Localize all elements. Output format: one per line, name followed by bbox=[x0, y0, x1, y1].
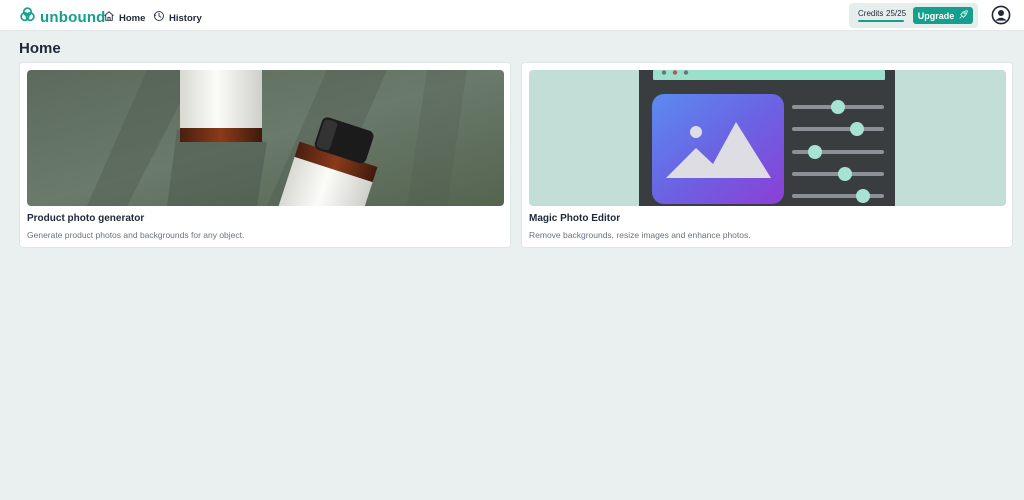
top-navbar: unbound Home History Credits 25/25 Upgra… bbox=[0, 0, 1024, 31]
card-magic-photo-editor[interactable]: Magic Photo Editor Remove backgrounds, r… bbox=[521, 62, 1013, 248]
product-bottles-image bbox=[27, 70, 504, 206]
card-title: Magic Photo Editor bbox=[529, 213, 621, 224]
card-description: Remove backgrounds, resize images and en… bbox=[529, 230, 751, 240]
credits-progress-fill bbox=[858, 20, 904, 22]
credits-label: Credits bbox=[858, 9, 884, 18]
history-icon bbox=[153, 9, 165, 27]
rocket-icon bbox=[959, 10, 968, 21]
user-avatar[interactable] bbox=[991, 5, 1011, 25]
nav-home-label: Home bbox=[119, 12, 146, 24]
photo-editor-illustration bbox=[529, 70, 1006, 206]
home-icon bbox=[103, 9, 115, 27]
page-title: Home bbox=[19, 40, 61, 57]
card-title: Product photo generator bbox=[27, 213, 145, 224]
brand-logo[interactable]: unbound bbox=[20, 7, 106, 27]
user-icon bbox=[991, 5, 1011, 29]
nav-home[interactable]: Home bbox=[103, 9, 145, 27]
credits-widget: Credits 25/25 Upgrade bbox=[849, 3, 978, 28]
card-description: Generate product photos and backgrounds … bbox=[27, 230, 245, 240]
nav-history-label: History bbox=[169, 12, 202, 24]
upgrade-button[interactable]: Upgrade bbox=[913, 7, 973, 24]
nav-history[interactable]: History bbox=[153, 9, 202, 27]
unbound-logo-icon bbox=[20, 7, 35, 27]
card-product-photo-generator[interactable]: Product photo generator Generate product… bbox=[19, 62, 511, 248]
credits-progress-bar bbox=[858, 20, 904, 22]
brand-name: unbound bbox=[40, 8, 106, 26]
credits-count: 25/25 bbox=[886, 9, 907, 18]
upgrade-button-label: Upgrade bbox=[917, 10, 955, 21]
